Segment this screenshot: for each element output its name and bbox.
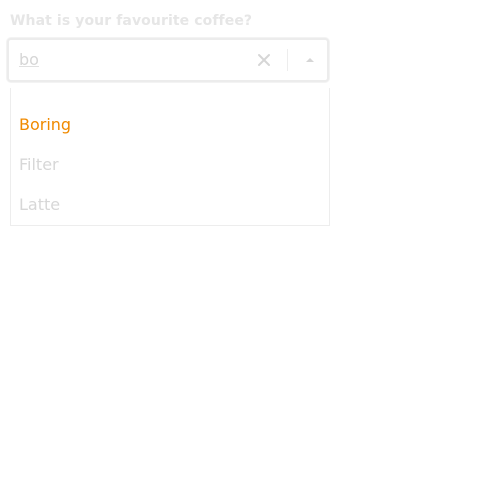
combobox-input-value[interactable]: bo bbox=[19, 50, 39, 69]
coffee-question-label: What is your favourite coffee? bbox=[10, 13, 253, 29]
option-latte[interactable]: Latte bbox=[19, 195, 60, 215]
clear-button[interactable] bbox=[254, 50, 274, 70]
option-filter[interactable]: Filter bbox=[19, 155, 59, 175]
combobox-divider bbox=[287, 49, 288, 71]
option-label: Boring bbox=[19, 115, 72, 134]
coffee-combobox[interactable]: bo bbox=[7, 38, 329, 82]
option-boring[interactable]: Boring bbox=[19, 115, 71, 135]
option-label: Latte bbox=[19, 195, 61, 214]
combobox-input[interactable]: bo bbox=[19, 50, 39, 70]
caret-up-icon bbox=[306, 58, 314, 62]
close-icon bbox=[258, 54, 270, 66]
options-menu: Boring Filter Latte bbox=[10, 88, 330, 226]
option-label: Filter bbox=[19, 155, 59, 174]
dropdown-toggle-button[interactable] bbox=[301, 51, 319, 69]
